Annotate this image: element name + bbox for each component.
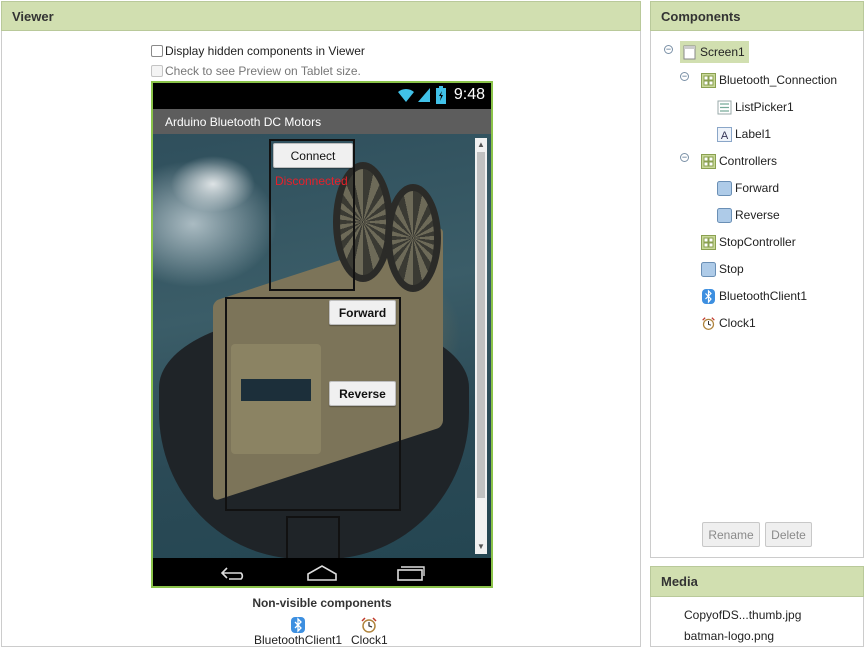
tree-item-label: Bluetooth_Connection [719,73,838,87]
scroll-up-arrow-icon[interactable]: ▲ [477,141,485,149]
scroll-down-arrow-icon[interactable]: ▼ [477,543,485,551]
status-time: 9:48 [453,86,485,103]
listpicker-icon [717,100,732,115]
tablet-preview-label: Check to see Preview on Tablet size. [165,64,361,78]
connection-status-label: Disconnected [275,174,348,188]
reverse-button[interactable]: Reverse [329,381,396,406]
show-hidden-option[interactable]: Display hidden components in Viewer [151,44,365,58]
tree-item-controllers[interactable]: Controllers [701,151,777,171]
non-visible-clock-label: Clock1 [351,633,388,647]
show-hidden-checkbox[interactable] [151,45,163,57]
delete-button[interactable]: Delete [765,522,812,547]
non-visible-clock[interactable]: Clock1 [351,617,388,647]
components-header: Components [650,1,864,31]
tree-item-clock1[interactable]: Clock1 [701,313,756,333]
phone-status-bar: 9:48 [153,83,491,109]
media-title: Media [661,574,698,589]
non-visible-components-title: Non-visible components [252,596,392,610]
arrangement-icon [701,153,716,169]
tree-item-listpicker1[interactable]: ListPicker1 [717,97,794,117]
non-visible-bluetooth-label: BluetoothClient1 [254,633,343,647]
app-title-bar: Arduino Bluetooth DC Motors [153,109,491,134]
tree-item-bluetooth-connection[interactable]: Bluetooth_Connection [701,70,837,90]
screen-icon [682,45,697,60]
tree-item-label: Reverse [735,208,780,222]
media-item[interactable]: batman-logo.png [684,629,774,643]
tree-item-label: StopController [719,235,796,249]
bluetooth-icon [291,617,306,633]
collapse-screen1-toggle[interactable]: − [664,45,673,54]
tablet-preview-checkbox [151,65,163,77]
tree-item-bluetoothclient1[interactable]: BluetoothClient1 [701,286,807,306]
show-hidden-label[interactable]: Display hidden components in Viewer [165,44,365,58]
tree-item-forward[interactable]: Forward [717,178,779,198]
hovercraft-fan-right [385,184,441,292]
media-item[interactable]: CopyofDS...thumb.jpg [684,608,801,622]
screen-background-image[interactable]: Connect Disconnected Forward Reverse ▲ ▼ [153,134,491,558]
svg-text:A: A [721,130,729,142]
button-icon [701,261,716,277]
home-icon [307,565,337,581]
stop-controller-box[interactable] [286,516,340,558]
tree-item-label: BluetoothClient1 [719,289,808,303]
phone-scrollbar[interactable]: ▲ ▼ [475,138,487,554]
arrangement-icon [701,72,716,88]
tree-item-label: Stop [719,262,744,276]
tree-item-reverse[interactable]: Reverse [717,205,780,225]
collapse-controllers-toggle[interactable]: − [680,153,689,162]
viewer-header: Viewer [1,1,641,31]
tree-item-label: Controllers [719,154,778,168]
back-icon [220,567,244,580]
media-header: Media [650,566,864,597]
button-icon [717,207,732,223]
tablet-preview-option: Check to see Preview on Tablet size. [151,64,361,78]
signal-icon [418,88,430,102]
non-visible-bluetooth-client[interactable]: BluetoothClient1 [254,617,342,647]
app-title: Arduino Bluetooth DC Motors [165,114,322,129]
wifi-icon [398,88,414,102]
collapse-bluetooth-connection-toggle[interactable]: − [680,72,689,81]
connect-button[interactable]: Connect [273,143,353,168]
tree-item-stopcontroller[interactable]: StopController [701,232,796,252]
clock-icon [361,617,377,633]
tree-item-label1[interactable]: A Label1 [717,124,771,144]
rename-button[interactable]: Rename [702,522,760,547]
clock-icon [701,316,716,331]
components-title: Components [661,8,741,24]
tree-item-screen1[interactable]: Screen1 [680,41,749,63]
tree-item-label: Label1 [735,127,772,141]
viewer-title: Viewer [12,8,54,24]
tree-item-label: Screen1 [700,45,745,59]
bluetooth-icon [701,288,716,304]
scroll-thumb[interactable] [477,152,485,498]
tree-item-label: Forward [735,181,780,195]
button-icon [717,180,732,196]
phone-nav-bar [153,558,491,586]
recent-apps-icon [397,566,425,581]
forward-button[interactable]: Forward [329,300,396,325]
label-icon: A [717,126,732,142]
tree-item-label: ListPicker1 [735,100,794,114]
tree-item-stop[interactable]: Stop [701,259,744,279]
tree-item-label: Clock1 [719,316,756,330]
arrangement-icon [701,234,716,250]
battery-icon [436,86,446,104]
phone-preview: 9:48 Arduino Bluetooth DC Motors Connect… [151,81,493,588]
